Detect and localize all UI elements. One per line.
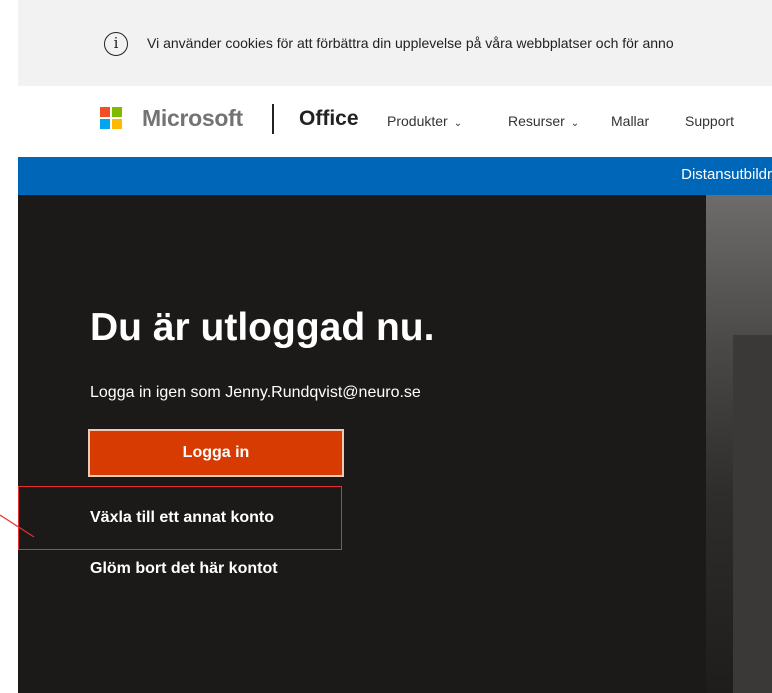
nav-produkter-label: Produkter <box>387 113 448 129</box>
nav-resurser[interactable]: Resurser ⌄ <box>508 113 579 129</box>
chevron-down-icon: ⌄ <box>453 118 463 129</box>
microsoft-brand[interactable]: Microsoft <box>142 105 243 132</box>
info-banner[interactable]: Distansutbildr <box>18 157 772 195</box>
office-product-link[interactable]: Office <box>299 107 359 131</box>
page-title: Du är utloggad nu. <box>90 306 435 349</box>
cookie-banner: i Vi använder cookies för att förbättra … <box>18 0 772 86</box>
signin-button[interactable]: Logga in <box>88 429 344 477</box>
forget-account-link[interactable]: Glöm bort det här kontot <box>90 560 278 578</box>
cookie-text: Vi använder cookies för att förbättra di… <box>147 35 674 51</box>
signin-again-text: Logga in igen som Jenny.Rundqvist@neuro.… <box>90 384 421 401</box>
brand-divider <box>272 104 274 134</box>
info-icon[interactable]: i <box>104 32 128 56</box>
top-navigation: Microsoft Office Produkter ⌄ Resurser ⌄ Ma… <box>18 86 772 157</box>
nav-mallar[interactable]: Mallar <box>611 113 649 129</box>
nav-produkter[interactable]: Produkter ⌄ <box>387 113 462 129</box>
chevron-down-icon: ⌄ <box>570 118 580 129</box>
highlight-box <box>18 486 342 550</box>
hero-photo-detail <box>733 335 772 693</box>
nav-resurser-label: Resurser <box>508 113 565 129</box>
banner-text: Distansutbildr <box>681 166 772 183</box>
microsoft-logo-icon[interactable] <box>100 107 122 129</box>
annotation-pointer <box>0 514 35 538</box>
nav-support[interactable]: Support <box>685 113 734 129</box>
